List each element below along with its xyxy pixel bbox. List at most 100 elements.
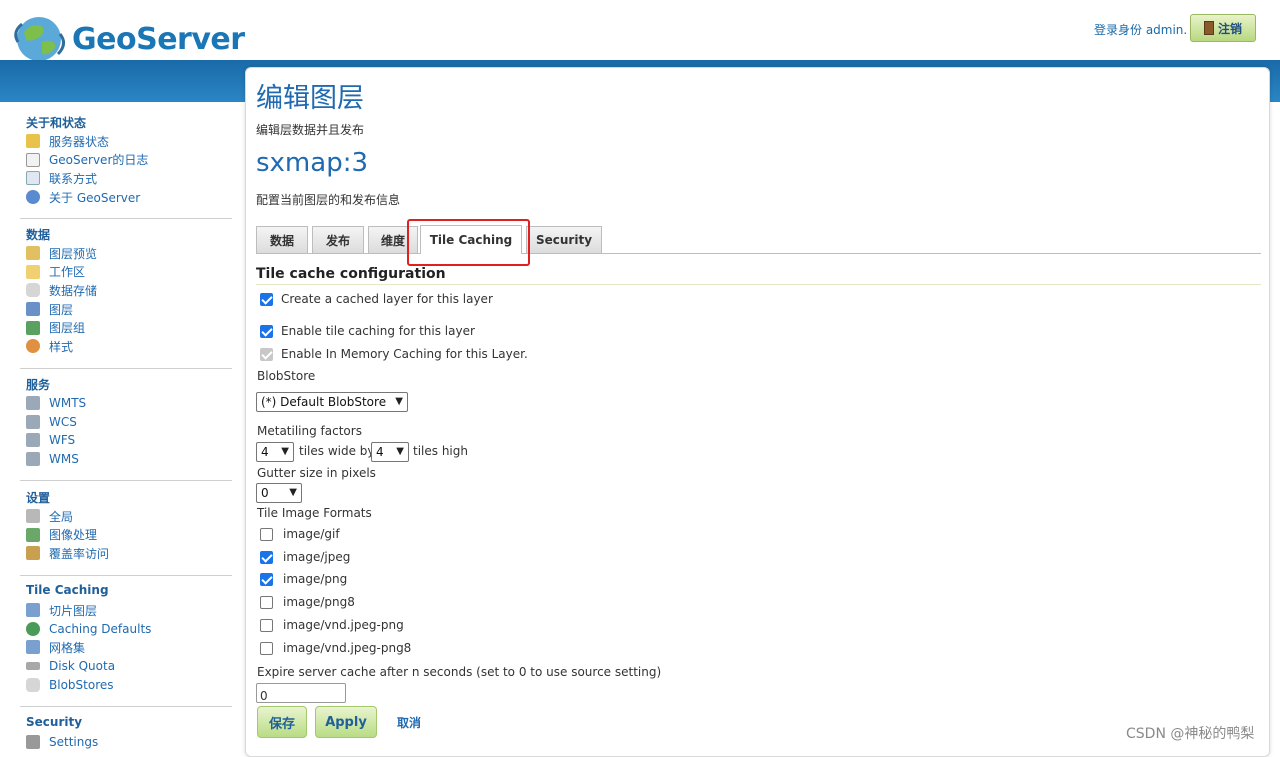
create-cached-layer-label: Create a cached layer for this layer: [281, 292, 493, 306]
sidebar-section-title: 数据: [26, 228, 51, 242]
sidebar-item-image-processing[interactable]: 图像处理: [26, 526, 232, 545]
database-icon: [26, 677, 40, 692]
sidebar-section-title: Tile Caching: [26, 583, 109, 597]
sidebar-divider: [20, 368, 232, 369]
service-icon: [26, 414, 40, 429]
sidebar-item-layers[interactable]: 图层: [26, 300, 232, 319]
sidebar-item-contact[interactable]: 联系方式: [26, 169, 232, 188]
globe-small-icon: [26, 621, 40, 636]
logout-button[interactable]: 注销: [1190, 14, 1256, 42]
metatile-high-select[interactable]: 4 ▼: [371, 442, 409, 462]
sidebar-item-gridsets[interactable]: 网格集: [26, 638, 232, 657]
page-title: 编辑图层: [256, 83, 364, 114]
server-icon: [26, 509, 40, 524]
tab-security[interactable]: Security: [526, 226, 602, 253]
format-row: image/png8: [260, 595, 355, 609]
section-divider: [256, 284, 1261, 285]
save-button[interactable]: 保存: [257, 706, 307, 738]
logout-label: 注销: [1217, 21, 1242, 36]
format-row: image/gif: [260, 527, 340, 541]
sidebar-section-title: 设置: [26, 491, 51, 505]
sidebar-item-wcs[interactable]: WCS: [26, 413, 232, 432]
sidebar-item-global[interactable]: 全局: [26, 507, 232, 526]
layer-name: sxmap:3: [256, 148, 368, 178]
expire-cache-input[interactable]: 0: [256, 683, 346, 703]
tab-highlight-box: [407, 219, 530, 266]
sidebar-item-layer-preview[interactable]: 图层预览: [26, 244, 232, 263]
door-icon: [1203, 21, 1214, 35]
cancel-link[interactable]: 取消: [397, 714, 421, 731]
disk-icon: [26, 662, 40, 671]
grid-icon: [26, 640, 40, 655]
enable-memory-caching-label: Enable In Memory Caching for this Layer.: [281, 347, 528, 361]
sidebar-section-title: 服务: [26, 378, 51, 392]
chevron-down-icon: ▼: [281, 446, 289, 457]
expire-cache-label: Expire server cache after n seconds (set…: [257, 665, 662, 679]
sidebar-item-stores[interactable]: 数据存储: [26, 281, 232, 300]
format-checkbox-gif[interactable]: [260, 527, 273, 541]
geoserver-logo[interactable]: GeoServer: [12, 12, 245, 61]
tiles-wide-by-label: tiles wide by: [299, 444, 375, 458]
sidebar-section-about: 关于和状态 服务器状态 GeoServer的日志 联系方式 关于 GeoServ…: [26, 114, 232, 206]
sidebar-item-about[interactable]: 关于 GeoServer: [26, 188, 232, 207]
image-icon: [26, 527, 40, 542]
enable-tile-caching-row: Enable tile caching for this layer: [260, 324, 475, 338]
tab-publishing[interactable]: 发布: [312, 226, 364, 253]
apply-button[interactable]: Apply: [315, 706, 377, 738]
enable-tile-caching-label: Enable tile caching for this layer: [281, 324, 475, 338]
sidebar-item-styles[interactable]: 样式: [26, 337, 232, 356]
wrench-icon: [26, 735, 40, 750]
sidebar-divider: [20, 575, 232, 576]
sidebar-item-disk-quota[interactable]: Disk Quota: [26, 657, 232, 676]
tiles-high-label: tiles high: [413, 444, 468, 458]
enable-tile-caching-checkbox[interactable]: [260, 324, 273, 338]
sidebar-item-wfs[interactable]: WFS: [26, 431, 232, 450]
folder-icon: [26, 264, 40, 279]
palette-icon: [26, 339, 40, 354]
tab-data[interactable]: 数据: [256, 226, 308, 253]
chevron-down-icon: ▼: [395, 396, 403, 407]
tile-formats-label: Tile Image Formats: [257, 506, 372, 520]
sidebar-item-layer-groups[interactable]: 图层组: [26, 318, 232, 337]
sidebar-item-wmts[interactable]: WMTS: [26, 394, 232, 413]
enable-memory-caching-checkbox: [260, 347, 273, 361]
sidebar: 关于和状态 服务器状态 GeoServer的日志 联系方式 关于 GeoServ…: [0, 102, 240, 750]
login-status: 登录身份 admin.: [1094, 23, 1188, 37]
watermark: CSDN @神秘的鸭梨: [1126, 726, 1255, 742]
metatiling-label: Metatiling factors: [257, 424, 362, 438]
sidebar-item-blobstores[interactable]: BlobStores: [26, 675, 232, 694]
layer-icon: [26, 302, 40, 317]
page-subtitle: 编辑层数据并且发布: [256, 123, 365, 137]
sidebar-item-security-settings[interactable]: Settings: [26, 733, 232, 752]
section-title: Tile cache configuration: [256, 266, 446, 282]
metatile-wide-select[interactable]: 4 ▼: [256, 442, 294, 462]
warning-icon: [26, 134, 40, 149]
format-checkbox-vnd-jpeg-png8[interactable]: [260, 641, 273, 655]
gutter-select[interactable]: 0 ▼: [256, 483, 302, 503]
sidebar-divider: [20, 218, 232, 219]
sidebar-divider: [20, 480, 232, 481]
sidebar-item-caching-defaults[interactable]: Caching Defaults: [26, 620, 232, 639]
layer-group-icon: [26, 320, 40, 335]
sidebar-section-tile-caching: Tile Caching 切片图层 Caching Defaults 网格集 D…: [26, 583, 232, 694]
sidebar-section-security: Security Settings: [26, 715, 232, 752]
blobstore-select[interactable]: (*) Default BlobStore ▼: [256, 392, 408, 412]
gutter-label: Gutter size in pixels: [257, 466, 376, 480]
format-checkbox-jpeg[interactable]: [260, 550, 273, 564]
sidebar-item-server-status[interactable]: 服务器状态: [26, 132, 232, 151]
sidebar-item-coverage-access[interactable]: 覆盖率访问: [26, 544, 232, 563]
header: GeoServer 登录身份 admin. 注销: [0, 0, 1280, 61]
sidebar-item-logs[interactable]: GeoServer的日志: [26, 151, 232, 170]
format-checkbox-vnd-jpeg-png[interactable]: [260, 618, 273, 632]
sidebar-item-workspaces[interactable]: 工作区: [26, 263, 232, 282]
service-icon: [26, 433, 40, 448]
map-preview-icon: [26, 246, 40, 261]
format-checkbox-png8[interactable]: [260, 595, 273, 609]
sidebar-item-wms[interactable]: WMS: [26, 450, 232, 469]
format-checkbox-png[interactable]: [260, 572, 273, 586]
create-cached-layer-checkbox[interactable]: [260, 292, 273, 306]
format-row: image/png: [260, 572, 347, 586]
layer-description: 配置当前图层的和发布信息: [256, 193, 401, 207]
service-icon: [26, 396, 40, 411]
sidebar-item-tile-layers[interactable]: 切片图层: [26, 601, 232, 620]
